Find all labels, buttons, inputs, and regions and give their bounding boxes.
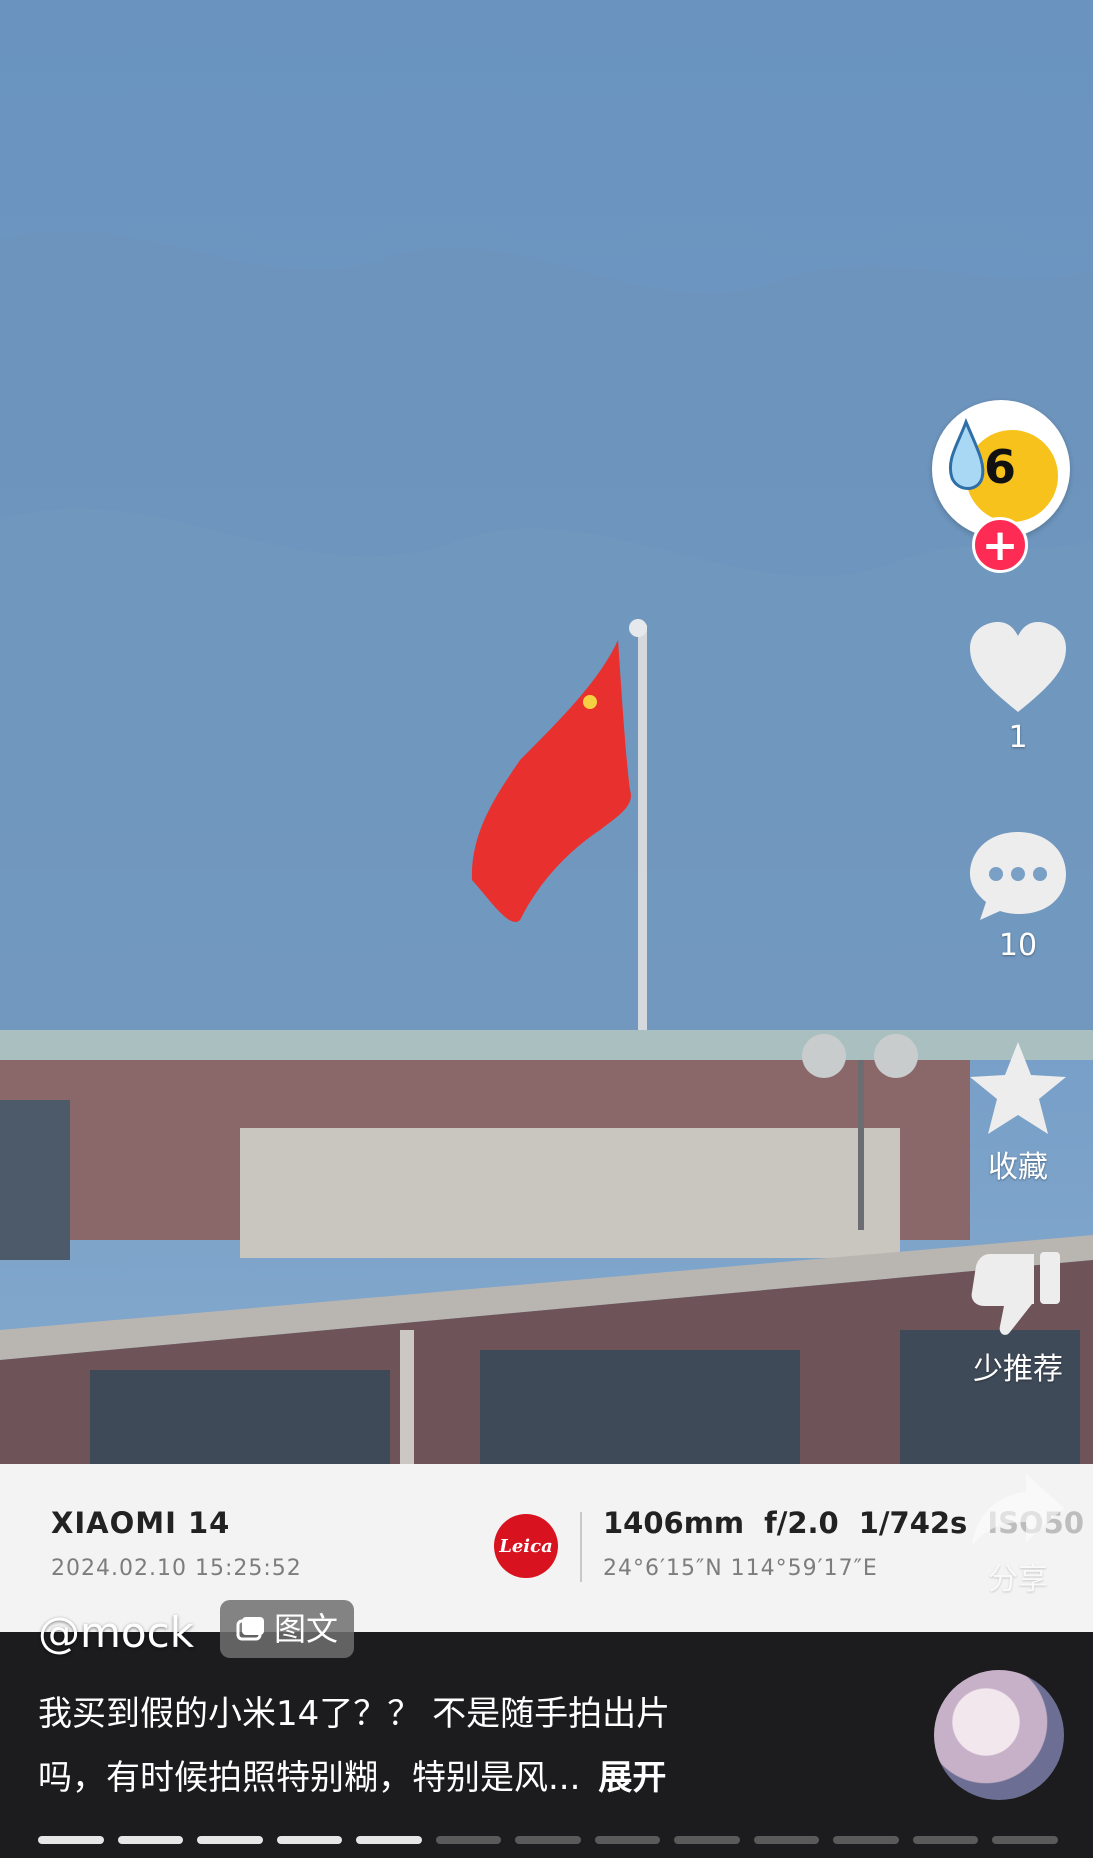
progress-segment (753, 1836, 820, 1844)
post-caption[interactable]: 我买到假的小米14了？？ 不是随手拍出片 吗，有时候拍照特别糊，特别是风... 展… (38, 1682, 818, 1810)
like-button[interactable]: 1 (943, 620, 1093, 755)
exif-watermark: XIAOMI 14 2024.02.10 15:25:52 Leica 1406… (0, 1464, 1093, 1632)
share-button[interactable]: 分享 (943, 1470, 1093, 1598)
share-label: 分享 (988, 1562, 1048, 1597)
music-disc[interactable] (934, 1670, 1064, 1800)
progress-segment (435, 1836, 502, 1844)
star-icon (970, 1042, 1066, 1134)
caption-line-1: 我买到假的小米14了？？ 不是随手拍出片 (38, 1694, 671, 1734)
progress-segment (674, 1836, 740, 1844)
progress-segment (356, 1836, 422, 1844)
expand-button[interactable]: 展开 (598, 1758, 666, 1798)
post-type-label: 图文 (274, 1610, 339, 1648)
comment-count: 10 (998, 928, 1038, 963)
post-type-badge: 图文 (220, 1600, 355, 1658)
comment-bubble-icon (970, 832, 1066, 920)
progress-segment (117, 1836, 184, 1844)
image-progress-bar (38, 1836, 1058, 1844)
progress-segment (515, 1836, 581, 1844)
favorite-button[interactable]: 收藏 (943, 1040, 1093, 1186)
thumbs-down-icon (971, 1252, 1060, 1335)
comment-button[interactable]: 10 (943, 828, 1093, 963)
aperture: f/2.0 (764, 1506, 839, 1540)
leica-logo: Leica (494, 1514, 558, 1578)
exif-divider (580, 1512, 582, 1582)
focal-length: 1406mm (603, 1506, 745, 1540)
avatar-badge-number: 6 (984, 440, 1017, 494)
author-handle[interactable]: @mock (38, 1608, 194, 1657)
author-avatar[interactable]: 6 + (932, 400, 1070, 573)
progress-segment (38, 1836, 104, 1844)
camera-model: XIAOMI 14 (51, 1506, 231, 1540)
favorite-label: 收藏 (988, 1150, 1048, 1185)
caption-line-2: 吗，有时候拍照特别糊，特别是风... (38, 1758, 581, 1798)
follow-button[interactable]: + (972, 517, 1028, 573)
heart-icon (970, 622, 1066, 712)
progress-segment (912, 1836, 979, 1844)
progress-segment (276, 1836, 343, 1844)
post-photo[interactable] (0, 0, 1093, 1632)
photo-image (0, 0, 1093, 1632)
progress-segment (992, 1836, 1058, 1844)
dislike-label: 少推荐 (973, 1352, 1063, 1387)
progress-segment (833, 1836, 899, 1844)
dislike-button[interactable]: 少推荐 (943, 1248, 1093, 1388)
progress-segment (594, 1836, 661, 1844)
capture-datetime: 2024.02.10 15:25:52 (51, 1556, 302, 1581)
share-arrow-icon (972, 1474, 1064, 1546)
gps-coordinates: 24°6′15″N 114°59′17″E (603, 1556, 878, 1581)
progress-segment (197, 1836, 263, 1844)
image-text-icon (236, 1617, 264, 1641)
like-count: 1 (1008, 720, 1028, 755)
